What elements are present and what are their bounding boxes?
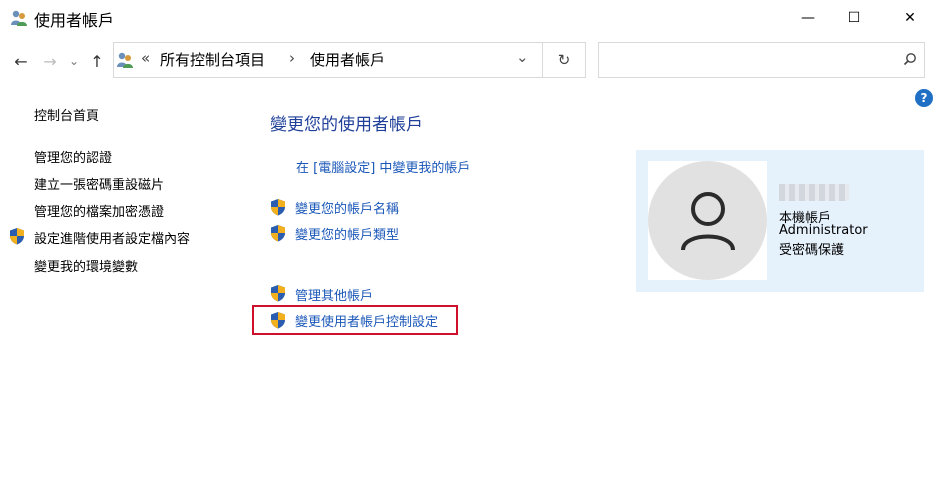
back-button[interactable]: ← — [11, 51, 31, 71]
sidebar-item-environment-variables[interactable]: 變更我的環境變數 — [34, 256, 138, 275]
close-button[interactable]: ✕ — [887, 0, 933, 36]
uac-shield-icon — [271, 312, 285, 329]
breadcrumb-all-control-panel-items[interactable]: 所有控制台項目 — [160, 49, 265, 70]
up-button[interactable]: ↑ — [87, 51, 107, 71]
link-change-account-name[interactable]: 變更您的帳戶名稱 — [295, 198, 399, 217]
link-change-account-in-pc-settings[interactable]: 在 [電腦設定] 中變更我的帳戶 — [296, 157, 470, 176]
sidebar-item-manage-credentials[interactable]: 管理您的認證 — [34, 147, 112, 166]
refresh-button[interactable]: ↻ — [543, 42, 586, 78]
uac-shield-icon — [10, 228, 24, 245]
users-icon — [11, 10, 27, 26]
window-title: 使用者帳戶 — [34, 11, 115, 30]
sidebar-item-password-reset-disk[interactable]: 建立一張密碼重設磁片 — [34, 174, 164, 193]
page-title: 變更您的使用者帳戶 — [270, 115, 423, 135]
search-icon[interactable] — [903, 52, 917, 66]
account-role: Administrator — [779, 223, 868, 238]
users-icon — [117, 52, 133, 68]
sidebar-item-file-encryption-certificates[interactable]: 管理您的檔案加密憑證 — [34, 201, 164, 220]
recent-locations-button[interactable]: ⌄ — [64, 51, 84, 71]
search-input[interactable] — [598, 42, 925, 78]
breadcrumb-user-accounts[interactable]: 使用者帳戶 — [310, 49, 385, 70]
uac-shield-icon — [271, 285, 285, 302]
link-change-uac-settings[interactable]: 變更使用者帳戶控制設定 — [295, 311, 438, 330]
breadcrumb-separator[interactable]: › — [289, 49, 295, 67]
user-icon — [681, 192, 735, 251]
help-button[interactable]: ? — [915, 89, 933, 107]
uac-shield-icon — [271, 199, 285, 216]
minimize-button[interactable]: — — [785, 0, 831, 36]
sidebar-item-control-panel-home[interactable]: 控制台首頁 — [34, 105, 99, 124]
forward-button[interactable]: → — [40, 51, 60, 71]
address-dropdown-button[interactable]: ⌄ — [516, 48, 529, 66]
maximize-button[interactable]: ☐ — [831, 0, 877, 36]
uac-shield-icon — [271, 225, 285, 242]
link-manage-other-accounts[interactable]: 管理其他帳戶 — [295, 285, 373, 304]
link-change-account-type[interactable]: 變更您的帳戶類型 — [295, 224, 399, 243]
sidebar-item-advanced-profile-properties[interactable]: 設定進階使用者設定檔內容 — [34, 228, 190, 247]
account-password-status: 受密碼保護 — [779, 243, 845, 258]
breadcrumb-overflow[interactable]: « — [141, 49, 150, 67]
account-name-redacted — [779, 184, 849, 201]
